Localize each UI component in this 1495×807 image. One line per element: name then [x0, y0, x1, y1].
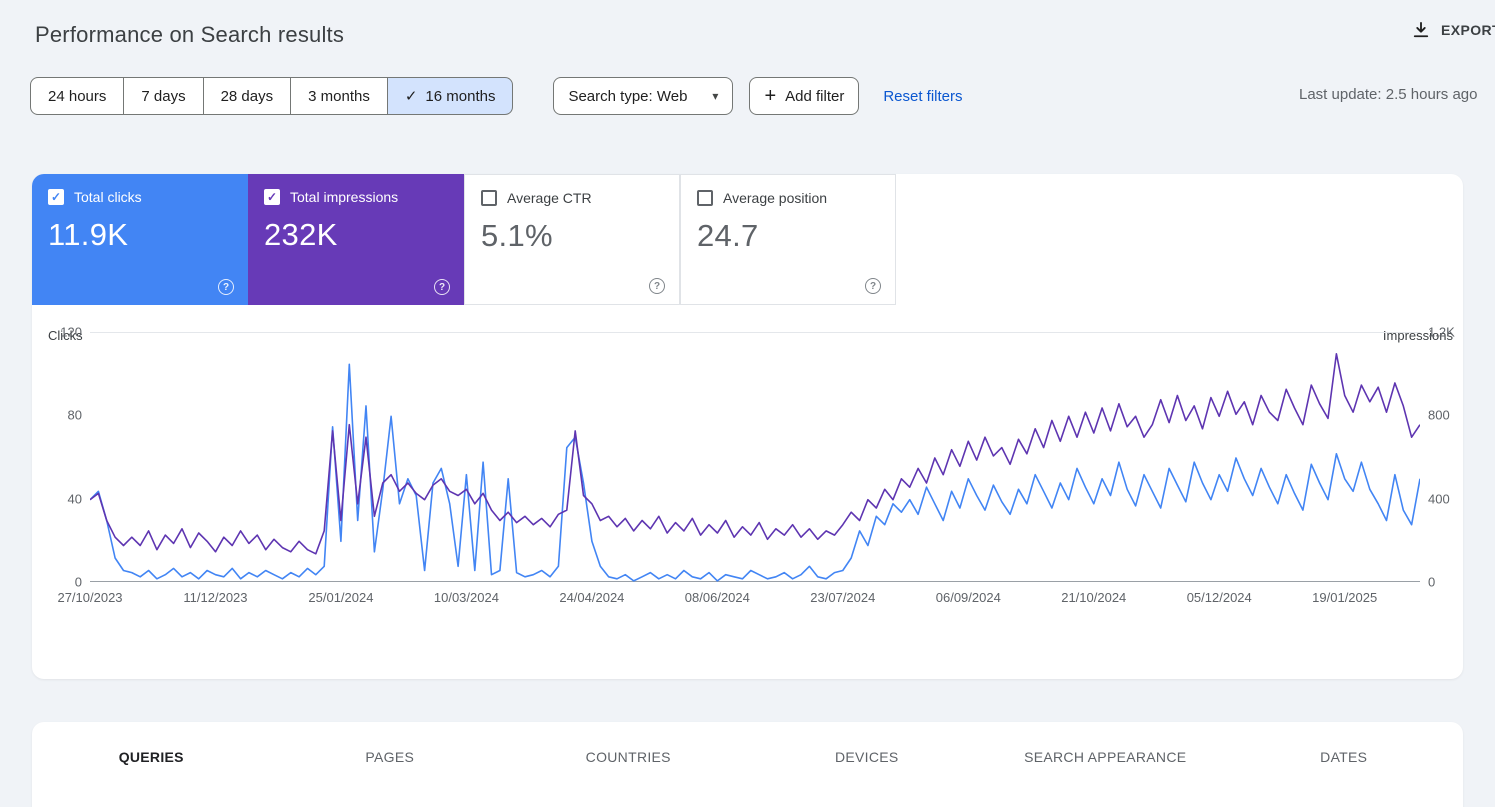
- help-icon[interactable]: ?: [434, 279, 450, 295]
- clicks-axis-ticks: 04080120: [32, 332, 90, 582]
- metric-cards: ✓ Total clicks 11.9K ? ✓ Total impressio…: [32, 174, 1463, 305]
- export-download-icon: [1411, 20, 1431, 40]
- date-tick-label: 11/12/2023: [183, 590, 247, 605]
- tab-pages[interactable]: PAGES: [271, 749, 510, 765]
- tab-countries[interactable]: COUNTRIES: [509, 749, 748, 765]
- checkbox-total-impressions[interactable]: ✓: [264, 189, 280, 205]
- chevron-down-icon: ▾: [712, 89, 718, 103]
- date-tick-label: 25/01/2024: [308, 590, 373, 605]
- axis-tick-label: 120: [60, 325, 82, 340]
- date-axis-labels: 27/10/202311/12/202325/01/202410/03/2024…: [90, 590, 1420, 612]
- impressions-axis-ticks: 04008001.2K: [1420, 332, 1463, 582]
- clicks-line: [90, 364, 1420, 581]
- reset-filters-link[interactable]: Reset filters: [883, 88, 962, 105]
- performance-card: ✓ Total clicks 11.9K ? ✓ Total impressio…: [32, 174, 1463, 679]
- filter-bar: ✓ 24 hours ✓ 7 days ✓ 28 days ✓ 3 months…: [0, 76, 1495, 116]
- date-range-selector: ✓ 24 hours ✓ 7 days ✓ 28 days ✓ 3 months…: [30, 77, 513, 115]
- date-range-16-months[interactable]: ✓ 16 months: [388, 77, 514, 115]
- axis-tick-label: 40: [68, 491, 82, 506]
- axis-tick-label: 800: [1428, 408, 1450, 423]
- axis-tick-label: 400: [1428, 491, 1450, 506]
- date-tick-label: 23/07/2024: [810, 590, 875, 605]
- tab-dates[interactable]: DATES: [1225, 749, 1464, 765]
- metric-card-total-clicks[interactable]: ✓ Total clicks 11.9K ?: [32, 174, 248, 305]
- performance-chart: Clicks Impressions 04080120 04008001.2K …: [32, 332, 1463, 612]
- export-button[interactable]: EXPORT: [1411, 20, 1495, 40]
- dimensions-card: QUERIES PAGES COUNTRIES DEVICES SEARCH A…: [32, 722, 1463, 807]
- total-clicks-value: 11.9K: [48, 217, 232, 253]
- date-tick-label: 08/06/2024: [685, 590, 750, 605]
- add-filter-button[interactable]: + Add filter: [749, 77, 859, 115]
- tab-devices[interactable]: DEVICES: [748, 749, 987, 765]
- page-header: Performance on Search results EXPORT: [0, 0, 1495, 66]
- date-tick-label: 24/04/2024: [559, 590, 624, 605]
- export-label: EXPORT: [1441, 22, 1495, 38]
- date-tick-label: 27/10/2023: [57, 590, 122, 605]
- date-tick-label: 05/12/2024: [1187, 590, 1252, 605]
- metric-card-total-impressions[interactable]: ✓ Total impressions 232K ?: [248, 174, 464, 305]
- date-range-28-days[interactable]: ✓ 28 days: [204, 77, 292, 115]
- check-icon: ✓: [405, 87, 418, 105]
- average-ctr-value: 5.1%: [481, 218, 663, 254]
- axis-tick-label: 0: [75, 575, 82, 590]
- help-icon[interactable]: ?: [218, 279, 234, 295]
- help-icon[interactable]: ?: [649, 278, 665, 294]
- date-range-7-days[interactable]: ✓ 7 days: [124, 77, 203, 115]
- metric-card-average-ctr[interactable]: Average CTR 5.1% ?: [464, 174, 680, 305]
- last-update-text: Last update: 2.5 hours ago: [1299, 86, 1477, 103]
- metric-card-average-position[interactable]: Average position 24.7 ?: [680, 174, 896, 305]
- axis-tick-label: 0: [1428, 575, 1435, 590]
- tab-search-appearance[interactable]: SEARCH APPEARANCE: [986, 749, 1225, 765]
- date-tick-label: 06/09/2024: [936, 590, 1001, 605]
- checkbox-average-position[interactable]: [697, 190, 713, 206]
- dimension-tabs: QUERIES PAGES COUNTRIES DEVICES SEARCH A…: [32, 722, 1463, 792]
- impressions-line: [90, 354, 1420, 554]
- total-impressions-value: 232K: [264, 217, 448, 253]
- plus-icon: +: [764, 86, 776, 106]
- date-tick-label: 21/10/2024: [1061, 590, 1126, 605]
- checkbox-average-ctr[interactable]: [481, 190, 497, 206]
- date-range-24-hours[interactable]: ✓ 24 hours: [30, 77, 124, 115]
- axis-tick-label: 80: [68, 408, 82, 423]
- tab-queries[interactable]: QUERIES: [32, 749, 271, 765]
- checkbox-total-clicks[interactable]: ✓: [48, 189, 64, 205]
- chart-plot-area[interactable]: [90, 332, 1420, 582]
- date-range-3-months[interactable]: ✓ 3 months: [291, 77, 388, 115]
- search-type-dropdown[interactable]: Search type: Web ▾: [553, 77, 733, 115]
- date-tick-label: 10/03/2024: [434, 590, 499, 605]
- date-tick-label: 19/01/2025: [1312, 590, 1377, 605]
- average-position-value: 24.7: [697, 218, 879, 254]
- axis-tick-label: 1.2K: [1428, 325, 1455, 340]
- help-icon[interactable]: ?: [865, 278, 881, 294]
- page-title: Performance on Search results: [35, 22, 344, 47]
